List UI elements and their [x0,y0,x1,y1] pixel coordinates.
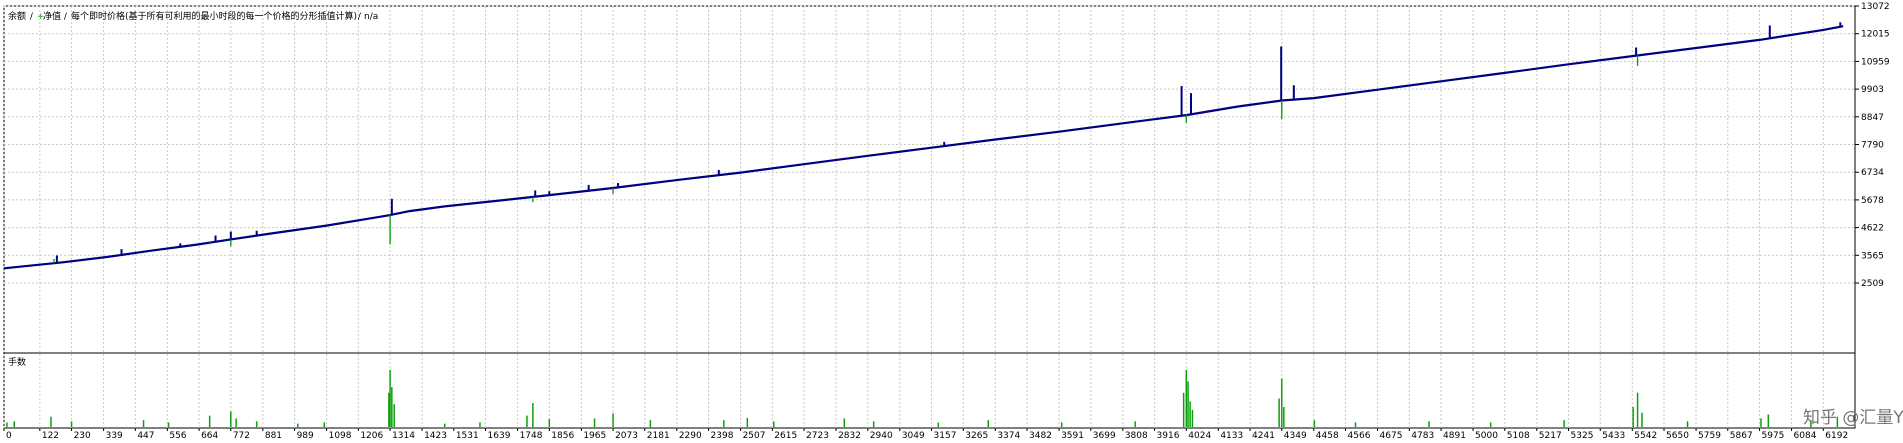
y-tick-label: 5678 [1861,196,1884,206]
x-tick-label: 2290 [679,431,702,440]
x-tick-label: 3482 [1029,431,1052,440]
x-tick-label: 3374 [997,431,1020,440]
x-tick-label: 4783 [1411,431,1434,440]
title-period: n/a [364,12,378,22]
x-tick-label: 556 [169,431,186,440]
x-tick-label: 6192 [1825,431,1848,440]
y-tick-label: 9903 [1861,85,1884,95]
x-tick-label: 3699 [1093,431,1116,440]
x-tick-label: 3157 [934,431,957,440]
y-tick-label: 8847 [1861,113,1884,123]
y-tick-label: 12015 [1861,30,1890,40]
x-tick-label: 1856 [551,431,574,440]
lots-plot-frame [3,352,1856,429]
x-tick-label: 5759 [1698,431,1721,440]
y-tick-label: 4622 [1861,224,1884,234]
x-tick-label: 2615 [774,431,797,440]
x-tick-label: 1423 [424,431,447,440]
y-axis-ticks: 13072 12015 10959 9903 8847 7790 6734 5678 4622 3… [1855,2,1890,289]
y-tick-label: 2509 [1861,279,1884,289]
x-tick-label: 5650 [1666,431,1689,440]
x-tick-label: 230 [74,431,91,440]
x-tick-label: 4241 [1252,431,1275,440]
title-description: 每个即时价格(基于所有可利用的最小时段的每一个价格的分形插值计算) [71,10,357,22]
x-tick-label: 5325 [1571,431,1594,440]
x-tick-label: 447 [137,431,154,440]
x-tick-label: 2398 [711,431,734,440]
chart-canvas: 13072 12015 10959 9903 8847 7790 6734 5678 4622 3… [3,2,1903,441]
x-tick-label: 1531 [456,431,479,440]
x-tick-label: 4349 [1284,431,1307,440]
x-tick-label: 4458 [1316,431,1339,440]
lots-panel-label: 手数 [8,356,26,368]
title-separator: / [27,12,36,22]
x-tick-label: 4675 [1380,431,1403,440]
x-tick-label: 4024 [1188,431,1211,440]
x-tick-label: 5108 [1507,431,1530,440]
x-tick-label: 3808 [1125,431,1148,440]
title-separator: / [355,12,364,22]
x-tick-label: 2181 [647,431,670,440]
x-tick-label: 5867 [1730,431,1753,440]
x-tick-label: 1098 [329,431,352,440]
title-separator: / [61,12,70,22]
x-axis-ticks: 0 122 230 339 447 556 664 772 881 989 1098 1206 1314… [3,428,1848,441]
x-tick-label: 5975 [1762,431,1785,440]
x-tick-label: 5433 [1602,431,1625,440]
title-equity: 净值 [43,10,61,22]
y-tick-label: 3565 [1861,251,1884,261]
x-tick-label: 0 [6,431,12,440]
y-tick-label: 6734 [1861,168,1884,178]
x-tick-label: 4133 [1220,431,1243,440]
x-tick-label: 1314 [392,431,415,440]
x-tick-label: 5000 [1475,431,1498,440]
x-tick-label: 2507 [743,431,766,440]
y-tick-label: 13072 [1861,2,1890,12]
x-tick-label: 4566 [1348,431,1371,440]
x-tick-label: 1639 [488,431,511,440]
x-tick-label: 1965 [583,431,606,440]
y-tick-label: 7790 [1861,141,1884,151]
x-tick-label: 772 [233,431,250,440]
x-tick-label: 6084 [1794,431,1817,440]
strategy-tester-chart: 13072 12015 10959 9903 8847 7790 6734 5678 4622 3… [0,0,1903,441]
x-tick-label: 3591 [1061,431,1084,440]
x-tick-label: 122 [42,431,59,440]
chart-title: 余额 / + 净值 / 每个即时价格(基于所有可利用的最小时段的每一个价格的分形… [8,10,378,22]
x-tick-label: 339 [106,431,123,440]
main-plot-frame [3,5,1856,354]
x-tick-label: 664 [201,431,218,440]
x-tick-label: 5217 [1539,431,1562,440]
x-tick-label: 3049 [902,431,925,440]
x-tick-label: 881 [265,431,282,440]
title-balance: 余额 [8,10,26,22]
x-tick-label: 1748 [520,431,543,440]
y-tick-label: 10959 [1861,57,1890,67]
x-tick-label: 2832 [838,431,861,440]
x-tick-label: 2073 [615,431,638,440]
x-tick-label: 2723 [806,431,829,440]
x-tick-label: 2940 [870,431,893,440]
x-tick-label: 989 [297,431,314,440]
x-tick-label: 4891 [1443,431,1466,440]
x-tick-label: 1206 [360,431,383,440]
watermark: 知乎 @汇量YK [1803,408,1903,428]
x-tick-label: 3916 [1157,431,1180,440]
x-tick-label: 3265 [965,431,988,440]
x-tick-label: 5542 [1634,431,1657,440]
watermark-text: 知乎 @汇量YK [1803,408,1903,428]
